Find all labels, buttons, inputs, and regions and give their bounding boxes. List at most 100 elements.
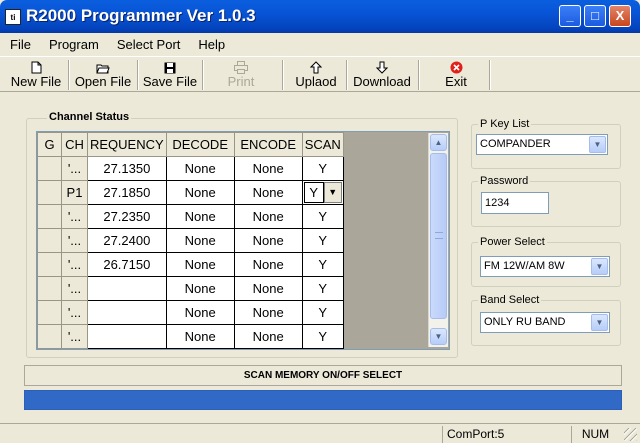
upload-label: Uplaod [295, 74, 337, 89]
new-file-button[interactable]: New File [6, 59, 66, 92]
scan-cell[interactable]: Y [301, 204, 344, 229]
column-header-frequency[interactable]: REQUENCY [87, 132, 167, 157]
table-row[interactable]: P1 27.1850 None None Y ▼ [37, 180, 344, 205]
grid-vertical-scrollbar[interactable]: ▲ ▼ [428, 133, 448, 347]
print-button[interactable]: Print [212, 59, 270, 92]
scan-cell-active[interactable]: Y ▼ [301, 180, 344, 205]
group-cell[interactable] [37, 276, 62, 301]
group-cell[interactable] [37, 228, 62, 253]
decode-cell[interactable]: None [165, 300, 235, 325]
menu-help[interactable]: Help [188, 37, 233, 52]
download-button[interactable]: Download [349, 59, 415, 92]
decode-cell[interactable]: None [165, 324, 235, 349]
table-row[interactable]: '... 26.7150 None None Y [37, 252, 344, 277]
encode-cell[interactable]: None [233, 324, 303, 349]
table-row[interactable]: '... 27.1350 None None Y [37, 156, 344, 181]
password-label: Password [478, 175, 531, 187]
password-field[interactable]: 1234 [481, 192, 549, 214]
frequency-cell[interactable] [87, 324, 167, 349]
channel-cell[interactable]: '... [61, 276, 88, 301]
minimize-button[interactable]: _ [559, 5, 581, 27]
channel-cell[interactable]: '... [61, 156, 88, 181]
scan-cell[interactable]: Y [301, 300, 344, 325]
scroll-thumb[interactable] [430, 153, 447, 319]
column-header-decode[interactable]: DECODE [165, 132, 235, 157]
column-header-scan[interactable]: SCAN [301, 132, 344, 157]
table-row[interactable]: '... 27.2400 None None Y [37, 228, 344, 253]
frequency-cell[interactable]: 27.2350 [87, 204, 167, 229]
scan-cell[interactable]: Y [301, 252, 344, 277]
scan-cell[interactable]: Y [301, 228, 344, 253]
power-select[interactable]: FM 12W/AM 8W ▼ [480, 256, 610, 277]
column-header-encode[interactable]: ENCODE [233, 132, 303, 157]
encode-cell[interactable]: None [233, 204, 303, 229]
column-header-g[interactable]: G [37, 132, 62, 157]
decode-cell[interactable]: None [165, 252, 235, 277]
decode-cell[interactable]: None [165, 204, 235, 229]
frequency-cell[interactable] [87, 276, 167, 301]
scan-cell[interactable]: Y [301, 276, 344, 301]
group-cell[interactable] [37, 324, 62, 349]
power-select-value: FM 12W/AM 8W [484, 260, 565, 272]
group-cell[interactable] [37, 180, 62, 205]
channel-cell[interactable]: '... [61, 300, 88, 325]
open-folder-icon [96, 64, 110, 74]
menu-select-port[interactable]: Select Port [107, 37, 189, 52]
upload-button[interactable]: Uplaod [288, 59, 344, 92]
table-row[interactable]: '... None None Y [37, 324, 344, 349]
band-dropdown-button[interactable]: ▼ [591, 314, 608, 331]
group-cell[interactable] [37, 300, 62, 325]
frequency-cell[interactable]: 26.7150 [87, 252, 167, 277]
column-header-ch[interactable]: CH [61, 132, 88, 157]
encode-cell[interactable]: None [233, 300, 303, 325]
exit-button[interactable]: Exit [425, 59, 487, 92]
encode-cell[interactable]: None [233, 276, 303, 301]
scroll-up-button[interactable]: ▲ [430, 134, 447, 151]
table-row[interactable]: '... 27.2350 None None Y [37, 204, 344, 229]
scan-combo-editor[interactable]: Y ▼ [303, 181, 343, 204]
encode-cell[interactable]: None [233, 252, 303, 277]
power-dropdown-button[interactable]: ▼ [591, 258, 608, 275]
channel-cell[interactable]: P1 [61, 180, 88, 205]
open-file-button[interactable]: Open File [72, 59, 134, 92]
channel-cell[interactable]: '... [61, 204, 88, 229]
group-cell[interactable] [37, 204, 62, 229]
channel-cell[interactable]: '... [61, 252, 88, 277]
encode-cell[interactable]: None [233, 180, 303, 205]
band-select[interactable]: ONLY RU BAND ▼ [480, 312, 610, 333]
chevron-down-icon: ▼ [595, 262, 604, 271]
table-row[interactable]: '... None None Y [37, 276, 344, 301]
channel-grid[interactable]: G CH REQUENCY DECODE ENCODE SCAN '... 27… [36, 131, 450, 350]
encode-cell[interactable]: None [233, 156, 303, 181]
pkey-select[interactable]: COMPANDER ▼ [476, 134, 608, 155]
encode-cell[interactable]: None [233, 228, 303, 253]
decode-cell[interactable]: None [165, 156, 235, 181]
scan-cell[interactable]: Y [301, 156, 344, 181]
scan-cell[interactable]: Y [301, 324, 344, 349]
resize-grip-icon[interactable] [624, 428, 637, 441]
maximize-button[interactable]: □ [584, 5, 606, 27]
exit-stop-icon [450, 61, 462, 74]
scroll-down-button[interactable]: ▼ [430, 328, 447, 345]
frequency-cell[interactable]: 27.1850 [87, 180, 167, 205]
frequency-cell[interactable] [87, 300, 167, 325]
scan-dropdown-button[interactable]: ▼ [323, 182, 342, 203]
menu-file[interactable]: File [0, 37, 39, 52]
save-file-button[interactable]: Save File [141, 59, 199, 92]
table-row[interactable]: '... None None Y [37, 300, 344, 325]
channel-cell[interactable]: '... [61, 324, 88, 349]
decode-cell[interactable]: None [165, 276, 235, 301]
channel-cell[interactable]: '... [61, 228, 88, 253]
menu-program[interactable]: Program [39, 37, 107, 52]
power-label: Power Select [478, 236, 547, 248]
pkey-dropdown-button[interactable]: ▼ [589, 136, 606, 153]
close-button[interactable]: X [609, 5, 631, 27]
group-cell[interactable] [37, 252, 62, 277]
status-message: SCAN MEMORY ON/OFF SELECT [24, 365, 622, 386]
decode-cell[interactable]: None [165, 228, 235, 253]
group-cell[interactable] [37, 156, 62, 181]
frequency-cell[interactable]: 27.1350 [87, 156, 167, 181]
decode-cell[interactable]: None [165, 180, 235, 205]
toolbar-separator [346, 60, 348, 90]
frequency-cell[interactable]: 27.2400 [87, 228, 167, 253]
